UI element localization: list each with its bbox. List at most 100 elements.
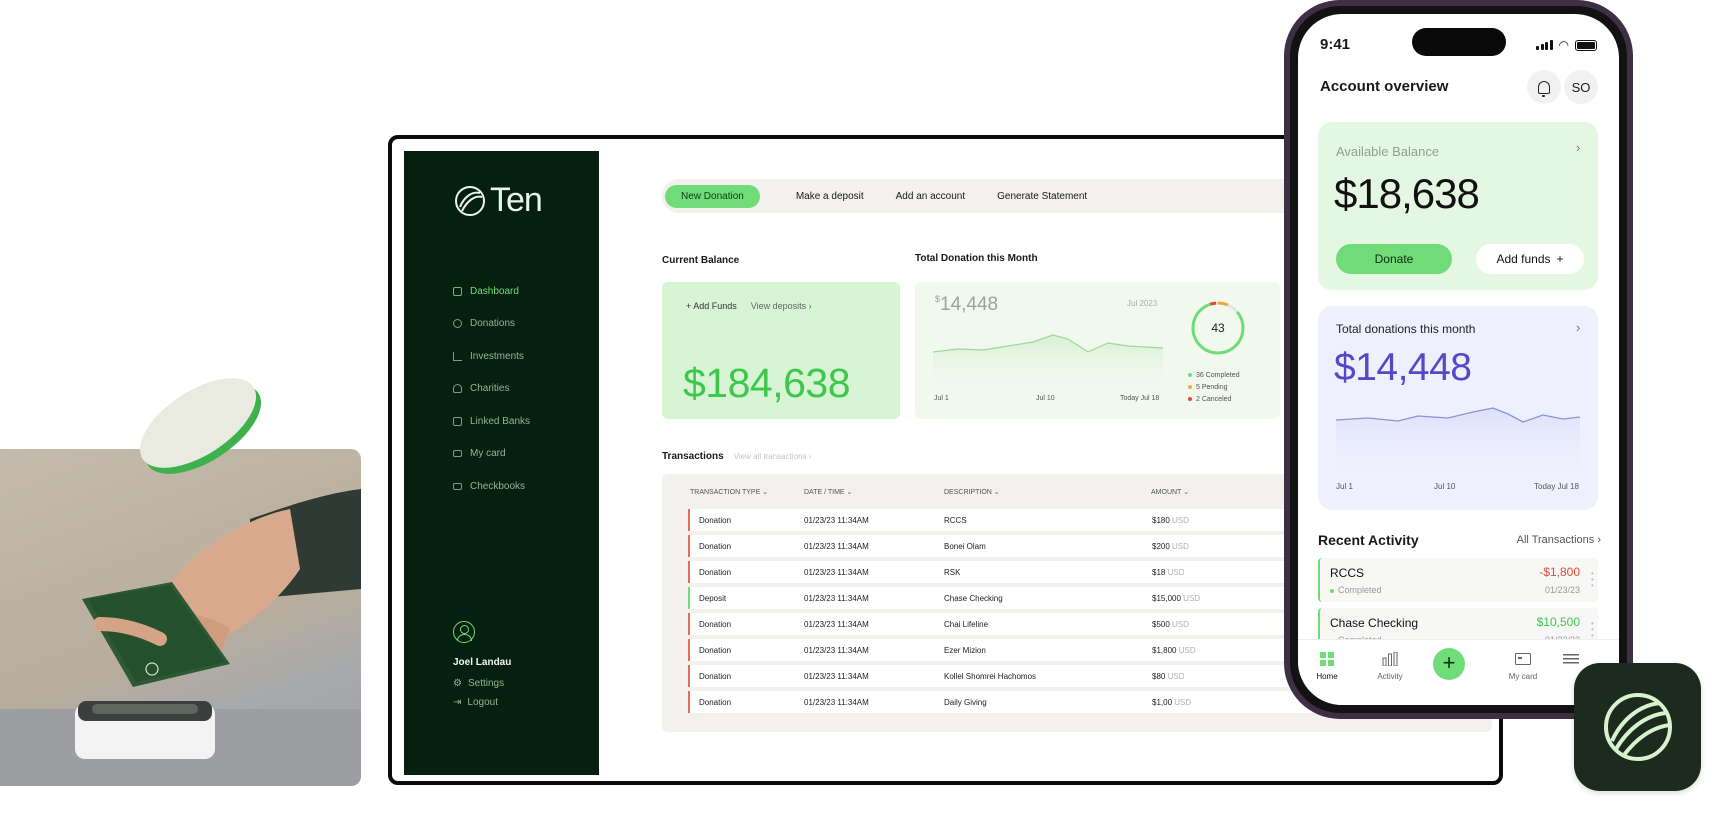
sidebar-item-donations[interactable]: Donations bbox=[453, 308, 530, 341]
column-header[interactable]: TRANSACTION TYPE ⌄ bbox=[690, 488, 804, 496]
donate-button[interactable]: Donate bbox=[1336, 244, 1452, 274]
sidebar-item-label: My card bbox=[470, 448, 506, 460]
legend-dot bbox=[1188, 385, 1192, 390]
user-avatar-icon[interactable] bbox=[453, 621, 475, 643]
donation-line-chart bbox=[933, 334, 1163, 388]
status-time: 9:41 bbox=[1320, 36, 1351, 53]
status-bar bbox=[688, 561, 690, 583]
activity-item[interactable]: RCCS Completed -$1,800 01/23/23 • • • bbox=[1318, 558, 1598, 602]
signal-icon bbox=[1536, 40, 1553, 50]
home-grid-icon bbox=[1320, 652, 1334, 666]
cell-description: Chai Lifeline bbox=[944, 619, 989, 629]
gear-icon: ⚙ bbox=[453, 678, 462, 689]
available-balance-value: $18,638 bbox=[1334, 170, 1480, 217]
cell-description: Ezer Mizion bbox=[944, 645, 986, 655]
cell-date: 01/23/23 11:34AM bbox=[804, 567, 869, 577]
add-funds-link[interactable]: + Add Funds bbox=[686, 301, 737, 311]
cell-amount: $15,000 USD bbox=[1152, 594, 1272, 603]
legend-dot bbox=[1188, 373, 1192, 378]
notifications-button[interactable] bbox=[1527, 70, 1561, 104]
plus-icon: + bbox=[1442, 650, 1456, 675]
currency-code: USD bbox=[1172, 515, 1189, 525]
cell-description: RCCS bbox=[944, 515, 967, 525]
tab-label: My card bbox=[1508, 672, 1538, 681]
generate-statement-button[interactable]: Generate Statement bbox=[981, 185, 1103, 208]
card-icon bbox=[1515, 653, 1531, 665]
chevron-right-icon: › bbox=[1576, 320, 1581, 335]
available-balance-card[interactable]: Available Balance › $18,638 Donate Add f… bbox=[1318, 122, 1598, 290]
status-dot bbox=[1330, 588, 1334, 593]
brand-name: Ten bbox=[490, 181, 543, 219]
donation-month-card: $14,448 Jul 2023 Jul 1 Jul 10 Today Jul … bbox=[915, 282, 1280, 419]
column-label: TRANSACTION TYPE bbox=[690, 489, 761, 496]
sidebar-item-label: Charities bbox=[470, 383, 510, 395]
total-donations-card[interactable]: Total donations this month › $14,448 Jul… bbox=[1318, 306, 1598, 510]
view-all-transactions-link[interactable]: View all transactions › bbox=[734, 452, 812, 461]
currency-code: USD bbox=[1172, 619, 1189, 629]
plus-icon: + bbox=[1556, 252, 1564, 266]
all-transactions-link[interactable]: All Transactions › bbox=[1517, 534, 1601, 546]
dynamic-island bbox=[1412, 28, 1506, 56]
sidebar-item-charities[interactable]: Charities bbox=[453, 373, 530, 406]
cell-amount: $80 USD bbox=[1152, 672, 1272, 681]
sidebar-item-dashboard[interactable]: Dashboard bbox=[453, 275, 530, 308]
amount-value: $18 bbox=[1152, 567, 1166, 577]
current-balance-card: + Add Funds View deposits › $184,638 bbox=[662, 282, 900, 419]
tab-activity[interactable]: Activity bbox=[1365, 652, 1415, 681]
activity-amount: -$1,800 bbox=[1539, 565, 1580, 579]
settings-link[interactable]: ⚙ Settings bbox=[453, 678, 511, 689]
sidebar-item-investments[interactable]: Investments bbox=[453, 340, 530, 373]
add-funds-label: Add funds bbox=[1496, 252, 1551, 266]
total-donations-label: Total donations this month bbox=[1336, 322, 1476, 336]
activity-status-label: Completed bbox=[1338, 585, 1382, 595]
logout-link[interactable]: ⇥ Logout bbox=[453, 697, 511, 708]
tab-my-card[interactable]: My card bbox=[1498, 652, 1548, 681]
showcase-stage: Ten Dashboard Donations Investments Char… bbox=[0, 0, 1717, 824]
profile-button[interactable]: SO bbox=[1564, 70, 1598, 104]
phone-screen: 9:41 ◠ Account overview SO Available Bal… bbox=[1298, 14, 1619, 705]
tab-home[interactable]: Home bbox=[1302, 652, 1352, 681]
sidebar-item-linked-banks[interactable]: Linked Banks bbox=[453, 405, 530, 438]
cell-type: Donation bbox=[699, 697, 732, 707]
column-header[interactable]: DESCRIPTION ⌄ bbox=[944, 488, 1151, 496]
cell-description: Kollel Shomrei Hachomos bbox=[944, 671, 1037, 681]
more-icon[interactable]: • • • bbox=[1591, 570, 1594, 590]
column-header[interactable]: AMOUNT ⌄ bbox=[1151, 488, 1271, 496]
cell-date: 01/23/23 11:34AM bbox=[804, 541, 869, 551]
more-icon[interactable]: • • • bbox=[1591, 620, 1594, 640]
profile-initials: SO bbox=[1571, 79, 1591, 95]
cell-date: 01/23/23 11:34AM bbox=[804, 515, 869, 525]
sidebar-item-label: Investments bbox=[470, 350, 524, 362]
phone-mockup: 9:41 ◠ Account overview SO Available Bal… bbox=[1284, 0, 1633, 719]
chart-icon bbox=[453, 351, 462, 361]
tab-bar: Home Activity + My card bbox=[1298, 639, 1619, 705]
all-transactions-label: All Transactions bbox=[1516, 534, 1595, 546]
add-funds-button[interactable]: Add funds + bbox=[1476, 244, 1584, 274]
brand-logo: Ten bbox=[454, 181, 543, 220]
sidebar-item-my-card[interactable]: My card bbox=[453, 438, 530, 471]
make-deposit-button[interactable]: Make a deposit bbox=[780, 185, 880, 208]
cell-amount: $18 USD bbox=[1152, 568, 1272, 577]
view-all-label: View all transactions bbox=[733, 452, 807, 461]
chevron-right-icon: › bbox=[1594, 534, 1601, 546]
legend-canceled: 2 Canceled bbox=[1196, 396, 1232, 403]
new-donation-fab[interactable]: + bbox=[1433, 648, 1465, 680]
chevron-right-icon: › bbox=[806, 452, 812, 461]
person-icon bbox=[453, 384, 462, 394]
amount-value: $1,800 bbox=[1152, 645, 1177, 655]
user-panel: Joel Landau ⚙ Settings ⇥ Logout bbox=[453, 621, 511, 708]
add-account-button[interactable]: Add an account bbox=[880, 185, 982, 208]
axis-label: Today Jul 18 bbox=[1120, 395, 1160, 402]
sidebar-item-label: Linked Banks bbox=[470, 415, 531, 427]
currency-code: USD bbox=[1178, 645, 1196, 655]
donation-amount: 14,448 bbox=[940, 294, 999, 315]
view-deposits-link[interactable]: View deposits › bbox=[751, 301, 812, 311]
tab-label: Home bbox=[1316, 672, 1338, 681]
status-bar bbox=[688, 639, 690, 661]
new-donation-button[interactable]: New Donation bbox=[665, 184, 760, 208]
cell-description: RSK bbox=[944, 567, 961, 577]
amount-value: $15,000 bbox=[1152, 593, 1181, 603]
sidebar-item-checkbooks[interactable]: Checkbooks bbox=[453, 470, 530, 503]
recent-activity-title: Recent Activity bbox=[1318, 532, 1419, 548]
column-header[interactable]: DATE / TIME ⌄ bbox=[804, 488, 944, 496]
